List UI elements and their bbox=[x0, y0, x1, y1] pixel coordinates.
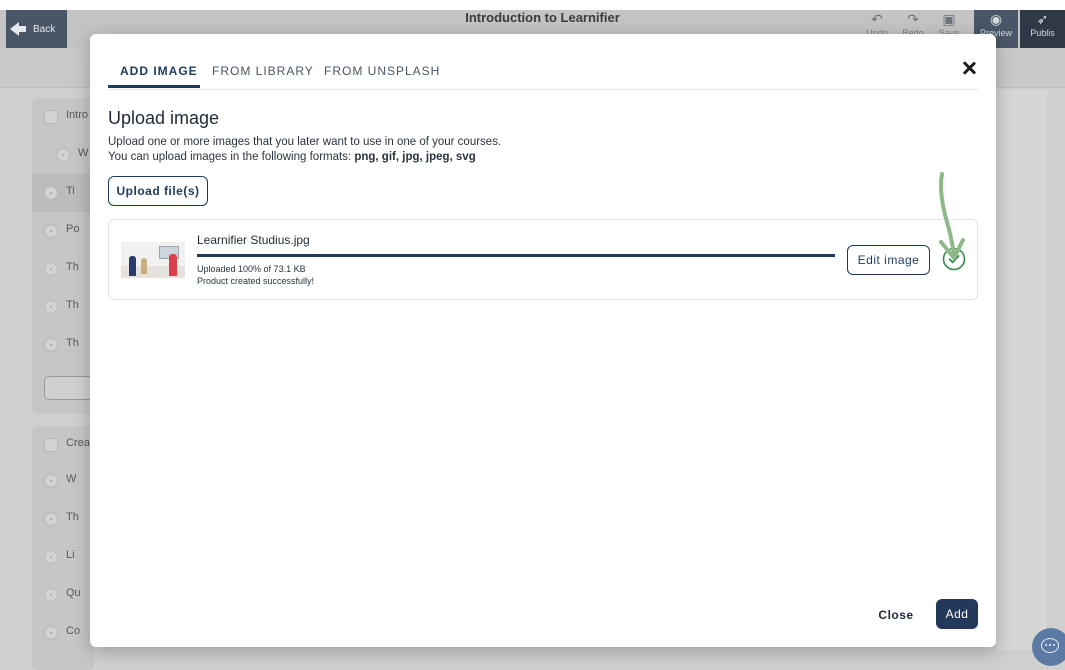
file-thumbnail bbox=[121, 242, 185, 278]
page-icon bbox=[44, 512, 58, 526]
page-icon bbox=[44, 338, 58, 352]
dialog-tabs: ADD IMAGE FROM LIBRARY FROM UNSPLASH bbox=[108, 34, 978, 90]
outline-item[interactable]: Qu bbox=[32, 576, 90, 614]
page-icon bbox=[44, 550, 58, 564]
outline-chapter[interactable]: Intro bbox=[32, 98, 90, 136]
outline-item-selected[interactable]: Ti bbox=[32, 174, 94, 212]
page-icon bbox=[56, 148, 70, 162]
outline-item[interactable]: W bbox=[32, 462, 90, 500]
description-line-1: Upload one or more images that you later… bbox=[108, 136, 502, 148]
file-name: Learnifier Studius.jpg bbox=[197, 233, 310, 247]
chapter-icon bbox=[44, 110, 58, 124]
undo-icon: ↶ bbox=[871, 11, 883, 27]
preview-eye-icon: ◉ bbox=[989, 11, 1003, 27]
save-icon: ▣ bbox=[942, 11, 956, 27]
page-icon bbox=[44, 262, 58, 276]
page-icon bbox=[44, 474, 58, 488]
upload-status: Uploaded 100% of 73.1 KB Product created… bbox=[197, 263, 314, 287]
editor-canvas bbox=[995, 90, 1047, 650]
redo-icon: ↷ bbox=[907, 11, 919, 27]
outline-item[interactable]: Po bbox=[32, 212, 90, 250]
upload-progress-fill bbox=[197, 254, 835, 257]
page-icon bbox=[44, 300, 58, 314]
page-icon bbox=[44, 224, 58, 238]
close-icon[interactable] bbox=[959, 58, 979, 78]
outline-add-field[interactable] bbox=[44, 376, 94, 400]
outline-chapter[interactable]: Crea bbox=[32, 426, 90, 464]
uploaded-file-card: Learnifier Studius.jpg Uploaded 100% of … bbox=[108, 219, 978, 300]
add-button[interactable]: Add bbox=[936, 599, 978, 629]
publish-rocket-icon: ➶ bbox=[1036, 11, 1049, 27]
page-icon bbox=[44, 626, 58, 640]
supported-formats: png, gif, jpg, jpeg, svg bbox=[354, 151, 476, 163]
upload-files-button[interactable]: Upload file(s) bbox=[108, 176, 208, 206]
tab-add-image[interactable]: ADD IMAGE bbox=[120, 64, 198, 78]
edit-image-button[interactable]: Edit image bbox=[847, 245, 930, 275]
page-icon bbox=[44, 186, 58, 200]
chat-button[interactable] bbox=[1032, 628, 1065, 666]
upload-progress-bar bbox=[197, 254, 835, 257]
upload-description: Upload one or more images that you later… bbox=[108, 135, 501, 165]
outline-item[interactable]: Li bbox=[32, 538, 90, 576]
upload-status-result: Product created successfully! bbox=[197, 276, 315, 286]
outline-item[interactable]: Th bbox=[32, 500, 90, 538]
check-circle-icon bbox=[942, 247, 966, 271]
outline-item[interactable]: Th bbox=[32, 288, 90, 326]
tab-from-unsplash[interactable]: FROM UNSPLASH bbox=[324, 64, 440, 78]
description-line-2: You can upload images in the following f… bbox=[108, 151, 476, 163]
outline-item[interactable]: Th bbox=[32, 326, 90, 364]
outline-item[interactable]: Co bbox=[32, 614, 90, 652]
chat-icon bbox=[1041, 638, 1059, 653]
upload-status-size: Uploaded 100% of 73.1 KB bbox=[197, 264, 306, 274]
publish-button[interactable]: ➶ Publis bbox=[1020, 10, 1065, 48]
page-icon bbox=[44, 588, 58, 602]
tab-from-library[interactable]: FROM LIBRARY bbox=[212, 64, 314, 78]
chapter-icon bbox=[44, 438, 58, 452]
active-tab-indicator bbox=[108, 85, 200, 88]
upload-heading: Upload image bbox=[108, 108, 220, 128]
outline-item[interactable]: Th bbox=[32, 250, 90, 288]
close-button[interactable]: Close bbox=[874, 600, 918, 630]
add-image-dialog: ADD IMAGE FROM LIBRARY FROM UNSPLASH Upl… bbox=[90, 34, 996, 647]
